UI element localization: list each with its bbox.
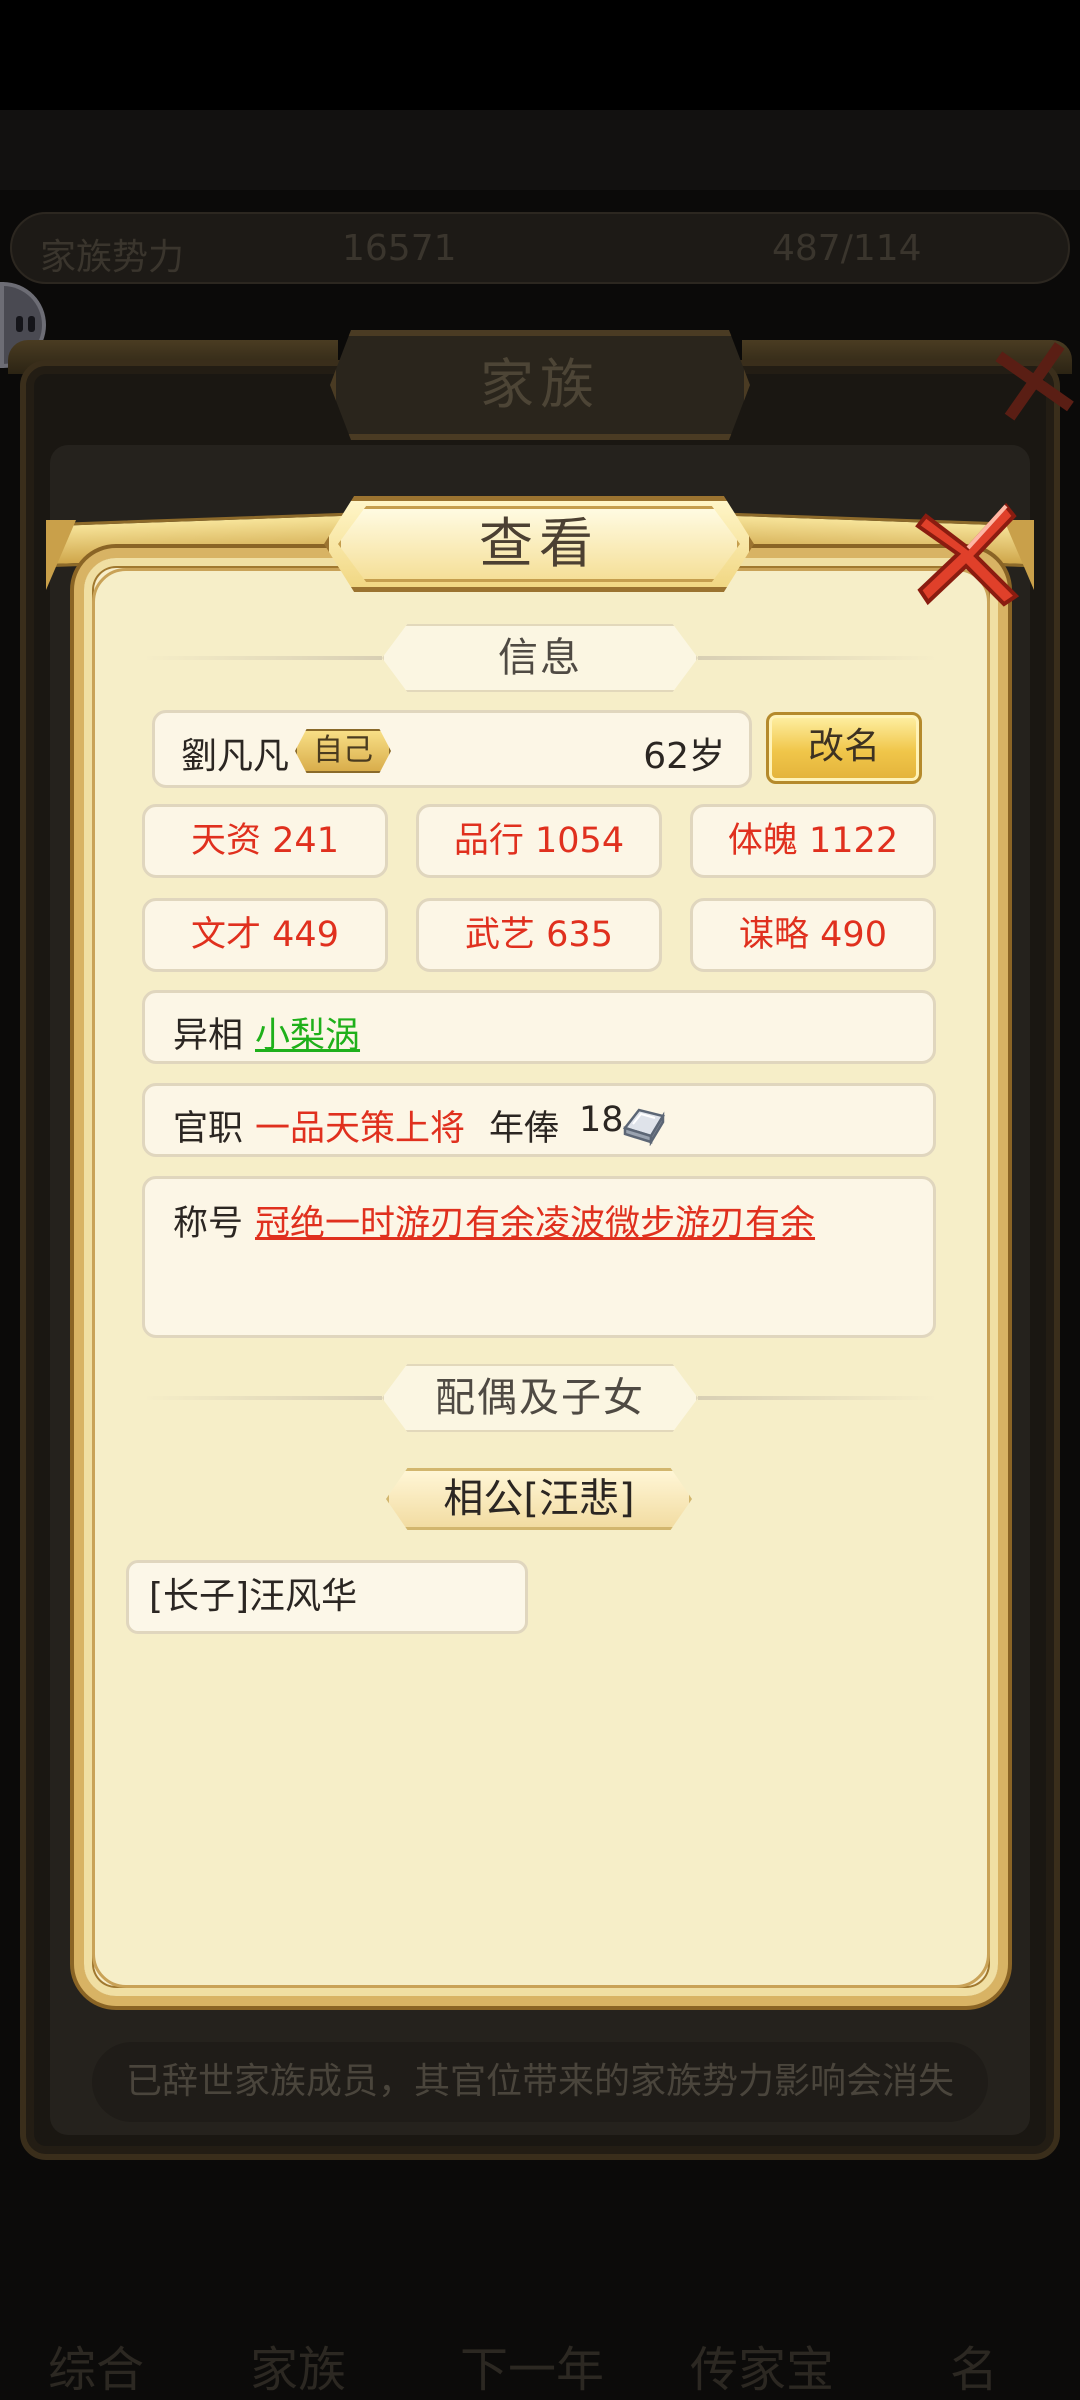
office-row: 官职 一品天策上将 年俸 18 <box>142 1083 936 1157</box>
titles-link[interactable]: 冠绝一时游刃有余凌波微步游刃有余 <box>255 1195 815 1246</box>
nav-tab[interactable]: 综合 <box>48 2330 144 2400</box>
member-name-card: 劉凡凡 自己 62岁 <box>152 710 752 788</box>
family-section-label: 配偶及子女 <box>382 1364 698 1432</box>
trait-row: 异相 小梨涡 <box>142 990 936 1064</box>
close-icon[interactable] <box>908 492 1028 612</box>
trait-link[interactable]: 小梨涡 <box>255 1007 360 1058</box>
member-age: 62岁 <box>643 736 725 777</box>
family-section-divider: 配偶及子女 <box>142 1364 938 1432</box>
child-item[interactable]: [长子]汪风华 <box>126 1560 528 1634</box>
self-badge: 自己 <box>295 729 391 773</box>
nav-tab[interactable]: 名 <box>950 2330 998 2400</box>
stat-pinxing: 品行 1054 <box>416 804 662 878</box>
nav-tab[interactable]: 家族 <box>250 2330 346 2400</box>
info-section-divider: 信息 <box>142 624 938 692</box>
bottom-nav-dimmed: 综合 家族 下一年 传家宝 名 <box>0 2190 1080 2400</box>
family-power-strip: 家族势力 16571 487/114 <box>10 212 1070 284</box>
silver-ingot-icon <box>622 1108 665 1146</box>
titles-row: 称号 冠绝一时游刃有余凌波微步游刃有余 <box>142 1176 936 1338</box>
top-bar-dimmed <box>0 110 1080 190</box>
stat-tianzi: 天资 241 <box>142 804 388 878</box>
office-title: 一品天策上将 <box>255 1109 466 1149</box>
dialog-wing-tip-left <box>46 520 76 590</box>
rename-button[interactable]: 改名 <box>766 712 922 784</box>
nav-tab[interactable]: 下一年 <box>460 2330 604 2400</box>
stat-wencai: 文才 449 <box>142 898 388 972</box>
office-label: 官职 <box>173 1109 244 1149</box>
stat-wuyi: 武艺 635 <box>416 898 662 972</box>
info-section-label: 信息 <box>382 624 698 692</box>
family-panel-title: 家族 <box>330 330 750 440</box>
nav-tab[interactable]: 传家宝 <box>690 2330 834 2400</box>
member-name: 劉凡凡 <box>181 736 290 777</box>
status-bar <box>0 0 1080 110</box>
deceased-notice: 已辞世家族成员，其官位带来的家族势力影响会消失 <box>92 2042 988 2122</box>
spouse-plate[interactable]: 相公[汪悲] <box>386 1468 692 1530</box>
salary-label: 年俸 <box>489 1109 560 1149</box>
stat-tipo: 体魄 1122 <box>690 804 936 878</box>
titles-label: 称号 <box>173 1204 244 1244</box>
family-power-value: 16571 <box>342 228 457 269</box>
trait-label: 异相 <box>173 1016 244 1056</box>
family-power-label: 家族势力 <box>40 237 185 278</box>
dialog-title: 查看 <box>338 506 740 582</box>
salary-value: 18 <box>579 1100 624 1140</box>
member-count: 487/114 <box>772 228 922 269</box>
stat-moulue: 谋略 490 <box>690 898 936 972</box>
